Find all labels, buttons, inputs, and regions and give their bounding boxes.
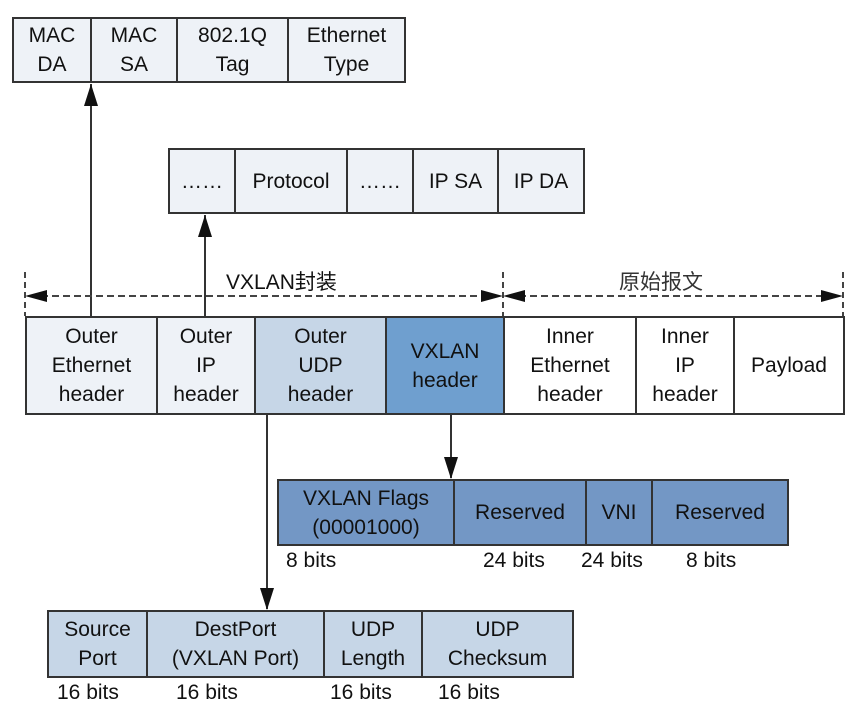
packet-outer-udp-header: Outer UDP header	[256, 318, 387, 413]
label-vxlan-encapsulation: VXLAN封装	[226, 271, 337, 294]
bits-dest-port: 16 bits	[176, 681, 238, 704]
bits-udp-checksum: 16 bits	[438, 681, 500, 704]
packet-outer-ethernet-header: Outer Ethernet header	[27, 318, 158, 413]
packet-payload: Payload	[735, 318, 843, 413]
field-dest-port: DestPort (VXLAN Port)	[148, 612, 325, 676]
field-reserved-8: Reserved	[675, 501, 765, 524]
bits-udp-length: 16 bits	[330, 681, 392, 704]
bits-reserved-8: 8 bits	[686, 549, 737, 572]
bits-vni: 24 bits	[581, 549, 643, 572]
packet-inner-ethernet-header: Inner Ethernet header	[505, 318, 637, 413]
arrowhead-up-ethernet	[84, 84, 98, 106]
arrowhead-down-udp	[260, 588, 274, 610]
field-ip-sa: IP SA	[414, 150, 499, 212]
field-ip-da: IP DA	[513, 169, 569, 193]
field-udp-checksum: UDP Checksum	[447, 618, 548, 670]
field-udp-length: UDP Length	[325, 612, 423, 676]
vxlan-header-fields: VXLAN Flags (00001000) Reserved VNI Rese…	[277, 479, 789, 546]
field-mac-sa: MAC SA	[92, 19, 178, 81]
field-source-port: Source Port	[49, 612, 148, 676]
field-mac-da: MAC DA	[14, 19, 92, 81]
field-vxlan-flags: VXLAN Flags (00001000)	[279, 481, 455, 544]
field-ethernet-type: Ethernet Type	[306, 24, 387, 76]
bits-reserved-24: 24 bits	[483, 549, 545, 572]
arrowhead-down-vxlan	[444, 457, 458, 479]
field-reserved-24: Reserved	[455, 481, 587, 544]
ip-header-fields: …… Protocol …… IP SA IP DA	[168, 148, 585, 214]
packet-vxlan-header: VXLAN header	[387, 318, 505, 413]
field-8021q-tag: 802.1Q Tag	[178, 19, 289, 81]
udp-header-fields: Source Port DestPort (VXLAN Port) UDP Le…	[47, 610, 574, 678]
packet-inner-ip-header: Inner IP header	[637, 318, 735, 413]
arrowhead-up-ip	[198, 215, 212, 237]
label-original-packet: 原始报文	[619, 271, 703, 294]
field-ip-ellipsis-1: ……	[170, 150, 236, 212]
field-ip-ellipsis-2: ……	[348, 150, 414, 212]
field-vni: VNI	[587, 481, 653, 544]
bits-vxlan-flags: 8 bits	[286, 549, 337, 572]
field-protocol: Protocol	[236, 150, 348, 212]
bits-source-port: 16 bits	[57, 681, 119, 704]
packet-outer-ip-header: Outer IP header	[158, 318, 256, 413]
ethernet-header-fields: MAC DA MAC SA 802.1Q Tag Ethernet Type	[12, 17, 406, 83]
vxlan-packet: Outer Ethernet header Outer IP header Ou…	[25, 316, 845, 415]
